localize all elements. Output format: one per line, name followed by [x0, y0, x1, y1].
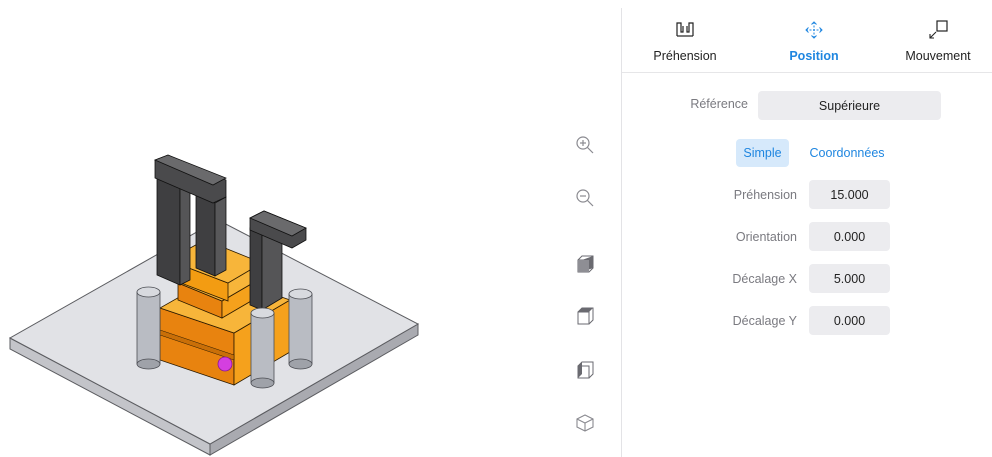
properties-panel: Préhension Position Mouvement Référence … [621, 8, 992, 457]
offset-y-input[interactable] [809, 306, 890, 335]
reference-label: Référence [690, 97, 748, 111]
scene-render [8, 154, 420, 456]
tab-prehension[interactable]: Préhension [630, 8, 740, 72]
3d-viewport[interactable] [0, 0, 560, 457]
motion-arrow-icon [883, 20, 992, 40]
mode-simple-button[interactable]: Simple [736, 139, 789, 167]
gripper-icon [630, 20, 740, 40]
orientation-input[interactable] [809, 222, 890, 251]
zoom-in-icon[interactable] [570, 130, 600, 160]
field-label-prehension: Préhension [733, 188, 797, 202]
move-arrows-icon [759, 20, 869, 40]
mode-coordinates-button[interactable]: Coordonnées [802, 139, 892, 167]
view-front-cube-icon[interactable] [570, 301, 600, 331]
prehension-input[interactable] [809, 180, 890, 209]
tab-mouvement[interactable]: Mouvement [883, 8, 992, 72]
field-label-offset-y: Décalage Y [732, 314, 797, 328]
field-label-offset-x: Décalage X [732, 272, 797, 286]
offset-x-input[interactable] [809, 264, 890, 293]
reference-select[interactable]: Supérieure [758, 91, 941, 120]
tab-label: Position [789, 49, 839, 63]
field-label-orientation: Orientation [735, 230, 797, 244]
tab-label: Mouvement [905, 49, 971, 63]
zoom-out-icon[interactable] [570, 183, 600, 213]
tab-bar: Préhension Position Mouvement [622, 8, 992, 73]
tab-label: Préhension [653, 49, 717, 63]
position-marker[interactable] [217, 356, 233, 372]
view-iso-cube-icon[interactable] [570, 408, 600, 438]
tab-position[interactable]: Position [759, 8, 869, 72]
view-top-cube-icon[interactable] [570, 249, 600, 279]
view-side-cube-icon[interactable] [570, 355, 600, 385]
view-toolbar [570, 0, 600, 457]
